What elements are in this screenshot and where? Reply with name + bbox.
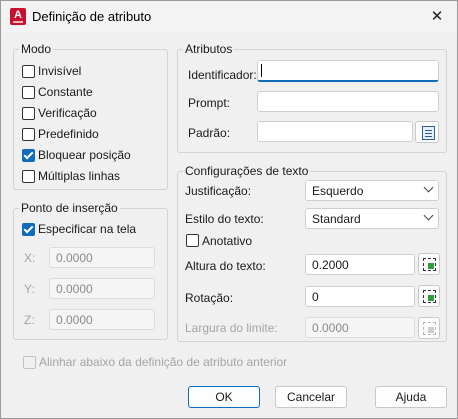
cancelar-button[interactable]: Cancelar xyxy=(275,386,347,408)
invisivel-checkbox[interactable] xyxy=(22,65,35,78)
chevron-down-icon xyxy=(423,182,434,193)
z-label: Z: xyxy=(24,313,35,327)
dialog-window: A Definição de atributo ✕ Modo Invisível… xyxy=(0,0,458,419)
identificador-input[interactable] xyxy=(257,60,439,82)
bloquear-posicao-label: Bloquear posição xyxy=(38,148,131,162)
largura-limite-label: Largura do limite: xyxy=(185,321,278,335)
multiplas-linhas-checkbox[interactable] xyxy=(22,170,35,183)
configuracoes-texto-label: Configurações de texto xyxy=(183,164,311,178)
justificacao-select[interactable]: Esquerdo xyxy=(305,180,439,201)
justificacao-value: Esquerdo xyxy=(312,184,364,198)
text-caret xyxy=(261,64,262,77)
largura-limite-input[interactable]: 0.0000 xyxy=(305,317,415,338)
modo-group-label: Modo xyxy=(19,42,54,56)
prompt-label: Prompt: xyxy=(188,96,231,110)
constante-label: Constante xyxy=(38,85,93,99)
identificador-label: Identificador: xyxy=(188,68,257,82)
estilo-texto-value: Standard xyxy=(312,212,361,226)
altura-texto-input[interactable]: 0.2000 xyxy=(305,254,415,275)
justificacao-label: Justificação: xyxy=(185,184,252,198)
insert-field-icon xyxy=(422,126,435,140)
verificacao-label: Verificação xyxy=(38,106,97,120)
bloquear-posicao-checkbox[interactable] xyxy=(22,149,35,162)
altura-texto-label: Altura do texto: xyxy=(185,259,266,273)
multiplas-linhas-label: Múltiplas linhas xyxy=(38,169,121,183)
anotativo-label: Anotativo xyxy=(202,234,253,248)
prompt-input[interactable] xyxy=(257,91,439,112)
rotacao-pick-button[interactable] xyxy=(418,285,440,307)
pick-point-icon xyxy=(423,290,436,303)
padrao-input[interactable] xyxy=(257,121,413,142)
predefinido-label: Predefinido xyxy=(38,127,99,141)
anotativo-checkbox[interactable] xyxy=(186,234,199,247)
estilo-texto-select[interactable]: Standard xyxy=(305,208,439,229)
rotacao-label: Rotação: xyxy=(185,291,234,305)
z-input[interactable]: 0.0000 xyxy=(49,309,155,330)
predefinido-checkbox[interactable] xyxy=(22,128,35,141)
verificacao-checkbox[interactable] xyxy=(22,107,35,120)
especificar-na-tela-checkbox[interactable] xyxy=(22,223,35,236)
y-label: Y: xyxy=(24,282,35,296)
rotacao-input[interactable]: 0 xyxy=(305,286,415,307)
x-input[interactable]: 0.0000 xyxy=(49,247,155,268)
altura-pick-button[interactable] xyxy=(418,253,440,275)
title-bar: A Definição de atributo ✕ xyxy=(1,1,457,33)
alinhar-checkbox[interactable] xyxy=(23,356,36,369)
alinhar-label: Alinhar abaixo da definição de atributo … xyxy=(39,355,288,369)
padrao-label: Padrão: xyxy=(188,126,231,140)
chevron-down-icon xyxy=(423,210,434,221)
largura-pick-button[interactable] xyxy=(418,317,440,339)
close-icon[interactable]: ✕ xyxy=(423,4,451,30)
ok-button[interactable]: OK xyxy=(188,386,260,408)
ajuda-button[interactable]: Ajuda xyxy=(375,386,447,408)
estilo-texto-label: Estilo do texto: xyxy=(185,212,264,226)
invisivel-label: Invisível xyxy=(38,64,82,78)
especificar-na-tela-label: Especificar na tela xyxy=(38,222,137,236)
y-input[interactable]: 0.0000 xyxy=(49,278,155,299)
ponto-insercao-label: Ponto de inserção xyxy=(19,201,120,215)
pick-point-icon xyxy=(423,258,436,271)
autocad-app-icon: A xyxy=(10,8,26,25)
insert-field-button[interactable] xyxy=(415,121,439,143)
pick-point-icon xyxy=(423,322,436,335)
atributos-group-label: Atributos xyxy=(183,42,235,56)
x-label: X: xyxy=(24,251,36,265)
constante-checkbox[interactable] xyxy=(22,86,35,99)
dialog-title: Definição de atributo xyxy=(32,9,152,24)
